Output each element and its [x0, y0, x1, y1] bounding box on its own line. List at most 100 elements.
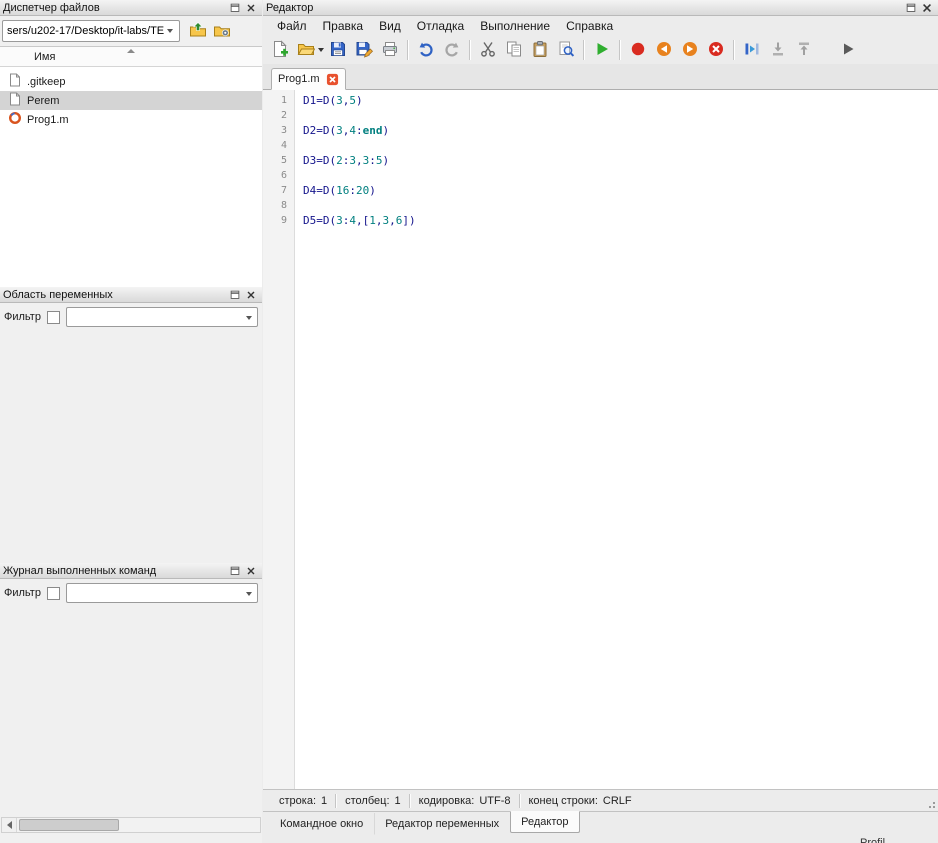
menu-help[interactable]: Справка — [558, 17, 621, 35]
resize-grip[interactable] — [927, 800, 935, 808]
file-list-name-header[interactable]: Имя — [0, 47, 262, 67]
paste-icon — [531, 40, 549, 61]
code-line: D2=D(3,4:end) — [303, 123, 938, 138]
dock-tab-command-window[interactable]: Командное окно — [269, 813, 374, 835]
code-line — [303, 108, 938, 123]
copy-button[interactable] — [502, 38, 526, 62]
status-eol-value: CRLF — [603, 795, 632, 807]
status-line-value: 1 — [321, 795, 327, 807]
path-dropdown-icon[interactable] — [167, 29, 173, 33]
file-row[interactable]: Prog1.m — [0, 110, 262, 129]
dock-tab-bar: Командное окноРедактор переменныхРедакто… — [263, 811, 938, 836]
step-out-button[interactable] — [792, 38, 816, 62]
undo-button[interactable] — [414, 38, 438, 62]
open-file-icon — [297, 40, 315, 61]
history-filter-row: Фильтр — [0, 579, 262, 607]
print-button[interactable] — [378, 38, 402, 62]
toolbar-separator — [407, 40, 409, 60]
code-line — [303, 198, 938, 213]
history-filter-combo[interactable] — [66, 583, 258, 603]
step-button[interactable] — [740, 38, 764, 62]
breakpoint-prev-button[interactable] — [652, 38, 676, 62]
tab-prog1[interactable]: Prog1.m — [271, 68, 346, 90]
save-button[interactable] — [326, 38, 350, 62]
find-icon — [557, 40, 575, 61]
undock-icon[interactable] — [903, 1, 919, 15]
workspace-filter-combo[interactable] — [66, 307, 258, 327]
line-number[interactable]: 9 — [263, 213, 287, 228]
open-file-button[interactable] — [294, 38, 318, 62]
close-icon[interactable] — [243, 564, 259, 578]
scrollbar-thumb[interactable] — [19, 819, 119, 831]
workspace-filter-checkbox[interactable] — [47, 311, 60, 324]
open-dropdown-icon[interactable] — [316, 38, 325, 62]
history-horizontal-scrollbar[interactable] — [1, 817, 261, 833]
paste-button[interactable] — [528, 38, 552, 62]
status-col-value: 1 — [395, 795, 401, 807]
menu-run[interactable]: Выполнение — [472, 17, 558, 35]
code-line — [303, 168, 938, 183]
new-script-button[interactable] — [268, 38, 292, 62]
folder-up-button[interactable] — [186, 19, 210, 43]
history-filter-checkbox[interactable] — [47, 587, 60, 600]
line-number[interactable]: 5 — [263, 153, 287, 168]
path-input[interactable] — [2, 20, 180, 42]
run-button[interactable] — [590, 38, 614, 62]
tab-close-icon[interactable] — [326, 73, 339, 86]
run-icon — [593, 40, 611, 61]
close-icon[interactable] — [243, 1, 259, 15]
chevron-down-icon — [246, 316, 252, 320]
file-rows: .gitkeep PeremProg1.m — [0, 67, 262, 129]
dock-tab-variable-editor[interactable]: Редактор переменных — [374, 813, 510, 835]
history-filter-label: Фильтр — [4, 587, 41, 599]
find-button[interactable] — [554, 38, 578, 62]
line-number[interactable]: 3 — [263, 123, 287, 138]
line-number-gutter[interactable]: 123456789 — [263, 90, 295, 789]
editor-statusbar: строка:1 столбец:1 кодировка:UTF-8 конец… — [263, 789, 938, 811]
undock-icon[interactable] — [227, 288, 243, 302]
menu-debug[interactable]: Отладка — [409, 17, 472, 35]
breakpoint-clear-button[interactable] — [704, 38, 728, 62]
close-icon[interactable] — [919, 1, 935, 15]
scroll-left-icon[interactable] — [2, 818, 17, 832]
cut-button[interactable] — [476, 38, 500, 62]
editor-toolbar — [263, 36, 938, 64]
editor-titlebar: Редактор — [263, 0, 938, 16]
folder-up-icon — [189, 21, 207, 42]
toolbar-separator — [733, 40, 735, 60]
code-line: D4=D(16:20) — [303, 183, 938, 198]
breakpoint-toggle-button[interactable] — [626, 38, 650, 62]
line-number[interactable]: 2 — [263, 108, 287, 123]
workspace-titlebar: Область переменных — [0, 287, 262, 303]
history-title: Журнал выполненных команд — [3, 565, 227, 577]
step-out-icon — [795, 40, 813, 61]
continue-button[interactable] — [836, 38, 860, 62]
menu-view[interactable]: Вид — [371, 17, 409, 35]
line-number[interactable]: 1 — [263, 93, 287, 108]
line-number[interactable]: 4 — [263, 138, 287, 153]
menu-file[interactable]: Файл — [269, 17, 315, 35]
file-row[interactable]: .gitkeep — [0, 72, 262, 91]
code-editor: 123456789 D1=D(3,5) D2=D(3,4:end) D3=D(2… — [263, 90, 938, 789]
redo-icon — [443, 40, 461, 61]
line-number[interactable]: 8 — [263, 198, 287, 213]
step-in-button[interactable] — [766, 38, 790, 62]
line-number[interactable]: 7 — [263, 183, 287, 198]
undock-icon[interactable] — [227, 564, 243, 578]
menu-edit[interactable]: Правка — [315, 17, 372, 35]
status-eol-label: конец строки: — [529, 795, 598, 807]
close-icon[interactable] — [243, 288, 259, 302]
dock-tab-editor[interactable]: Редактор — [510, 811, 579, 833]
file-icon — [8, 92, 27, 109]
undock-icon[interactable] — [227, 1, 243, 15]
sort-ascending-icon — [127, 49, 135, 53]
breakpoint-next-button[interactable] — [678, 38, 702, 62]
folder-browse-button[interactable] — [210, 19, 234, 43]
file-row[interactable]: Perem — [0, 91, 262, 110]
file-name: .gitkeep — [27, 76, 66, 88]
redo-button[interactable] — [440, 38, 464, 62]
line-number[interactable]: 6 — [263, 168, 287, 183]
code-area[interactable]: D1=D(3,5) D2=D(3,4:end) D3=D(2:3,3:5) D4… — [295, 90, 938, 789]
octave-icon — [8, 111, 27, 128]
save-as-button[interactable] — [352, 38, 376, 62]
